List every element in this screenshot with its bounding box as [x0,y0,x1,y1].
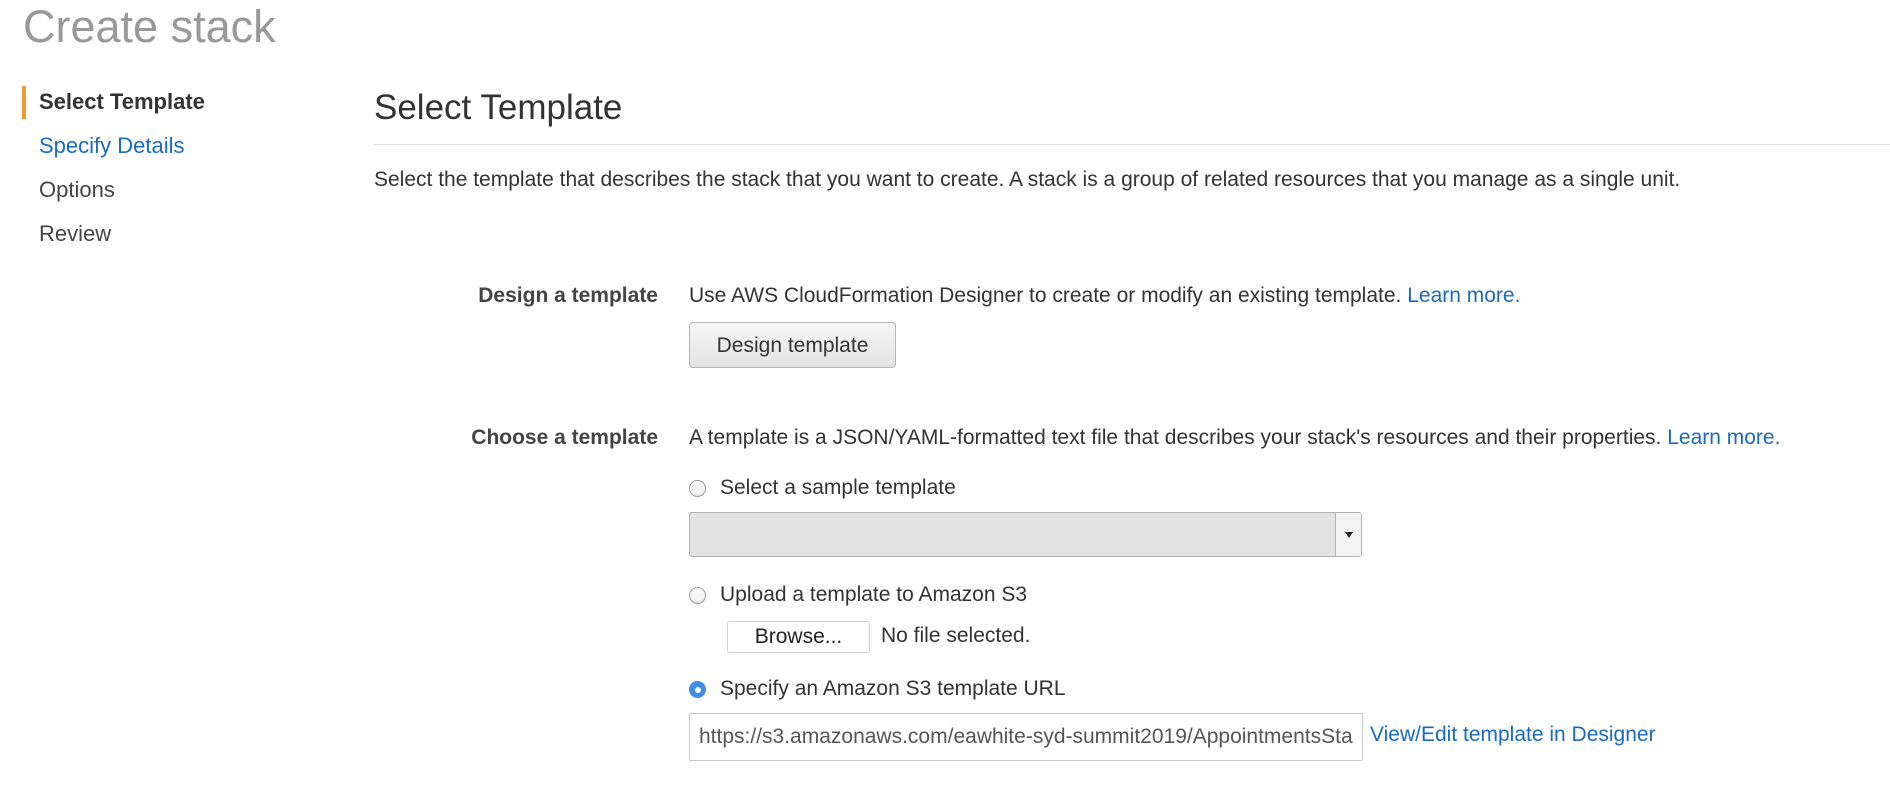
browse-file-button[interactable]: Browse... [727,621,870,653]
choose-learn-more-link[interactable]: Learn more. [1667,426,1780,449]
design-learn-more-link[interactable]: Learn more. [1407,284,1520,307]
sample-template-radio[interactable] [689,479,706,497]
section-description: Select the template that describes the s… [374,168,1681,191]
section-title: Select Template [374,88,623,127]
s3-url-option[interactable]: Specify an Amazon S3 template URL [689,674,1066,704]
design-template-description: Use AWS CloudFormation Designer to creat… [689,284,1402,307]
step-options: Options [39,177,115,202]
s3-url-radio[interactable] [689,680,706,698]
s3-url-option-label: Specify an Amazon S3 template URL [720,677,1066,700]
design-template-label: Design a template [478,284,658,307]
step-review: Review [39,221,112,246]
sample-template-option-label: Select a sample template [720,476,956,499]
step-specify-details[interactable]: Specify Details [22,124,322,168]
choose-template-description: A template is a JSON/YAML-formatted text… [689,426,1662,449]
chevron-down-icon[interactable] [1335,513,1361,556]
upload-template-option[interactable]: Upload a template to Amazon S3 [689,580,1027,610]
section-divider [374,144,1890,145]
no-file-selected-text: No file selected. [881,624,1031,647]
upload-template-radio[interactable] [689,586,706,604]
wizard-steps-sidebar: Select Template Specify Details Options … [22,80,322,256]
design-template-text: Use AWS CloudFormation Designer to creat… [689,284,1520,308]
sample-template-option[interactable]: Select a sample template [689,473,956,503]
sample-template-select[interactable] [689,512,1362,557]
upload-template-option-label: Upload a template to Amazon S3 [720,583,1028,606]
step-select-template[interactable]: Select Template [22,80,322,124]
choose-template-label: Choose a template [471,426,658,449]
view-edit-designer-link[interactable]: View/Edit template in Designer [1370,723,1656,747]
design-template-button[interactable]: Design template [689,322,896,368]
s3-template-url-input[interactable] [689,713,1363,761]
page-title: Create stack [23,1,276,52]
choose-template-text: A template is a JSON/YAML-formatted text… [689,426,1780,450]
